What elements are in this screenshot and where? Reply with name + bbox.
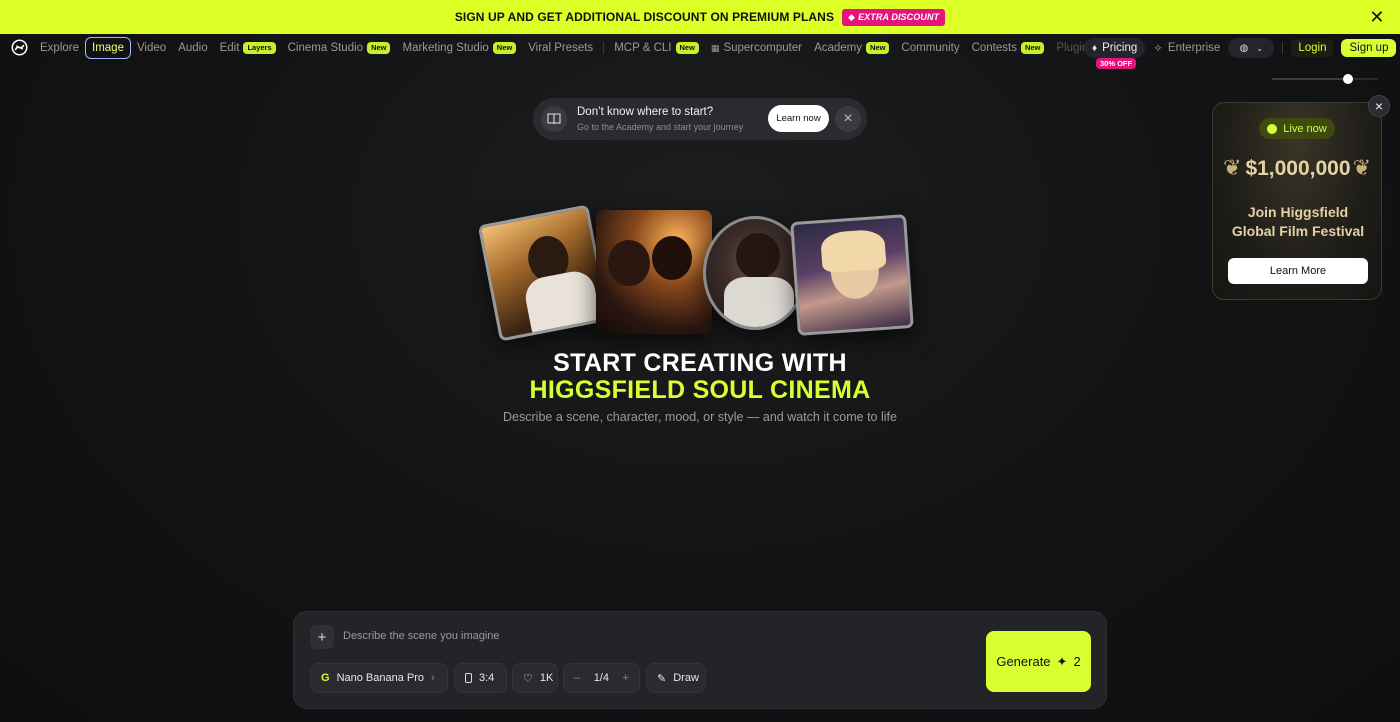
model-selector[interactable]: G Nano Banana Pro ›	[310, 663, 448, 693]
nav-divider	[1282, 42, 1284, 54]
draw-label: Draw	[673, 672, 699, 684]
new-tag: New	[1020, 42, 1045, 54]
prompt-input[interactable]: Describe the scene you imagine	[343, 630, 500, 642]
live-now-label: Live now	[1283, 122, 1327, 135]
resolution-label: 1K	[539, 672, 554, 684]
nav-supercomputer[interactable]: ▦ Supercomputer	[705, 37, 808, 59]
chevron-down-icon: ⌄	[1256, 43, 1264, 53]
collage-image-trumpet	[477, 204, 611, 342]
festival-title-line1: Join Higgsfield	[1247, 204, 1349, 220]
pricing-label: Pricing	[1102, 42, 1138, 54]
extra-discount-badge[interactable]: ◆ EXTRA DISCOUNT	[842, 8, 946, 26]
hero-title-line1: START CREATING WITH	[553, 349, 847, 377]
academy-tip: Don’t know where to start? Go to the Aca…	[533, 98, 867, 140]
close-icon[interactable]: ×	[835, 106, 861, 132]
prompt-composer: + Describe the scene you imagine G Nano …	[293, 611, 1107, 709]
generate-label: Generate	[996, 654, 1051, 669]
live-dot-icon	[1267, 123, 1278, 134]
higgsfield-logo-icon[interactable]	[11, 39, 28, 56]
pricing-button[interactable]: ♦ Pricing 30% OFF	[1084, 38, 1146, 69]
layers-tag: Layers	[243, 42, 276, 54]
tip-subtitle: Go to the Academy and start your journey	[577, 122, 744, 132]
plus-icon[interactable]: +	[623, 672, 629, 684]
nav-community[interactable]: Community	[895, 37, 965, 59]
book-icon	[541, 106, 567, 132]
chevron-right-icon: ›	[431, 672, 435, 684]
model-label: Nano Banana Pro	[336, 672, 425, 684]
nav-audio[interactable]: Audio	[172, 37, 213, 59]
aspect-ratio-button[interactable]: 3:4	[454, 663, 507, 693]
live-now-badge: Live now	[1259, 118, 1335, 139]
film-festival-card: × Live now ❦ ❦ $1,000,000 Join Higgsfiel…	[1212, 95, 1390, 300]
new-tag: New	[866, 42, 890, 54]
learn-more-button[interactable]: Learn More	[1228, 258, 1368, 284]
slider-fill	[1272, 78, 1349, 80]
sparkle-icon: ✦	[1056, 653, 1068, 669]
enterprise-link[interactable]: ✧ Enterprise	[1153, 41, 1220, 55]
nav-divider	[603, 42, 605, 54]
nav-right: ♦ Pricing 30% OFF ✧ Enterprise ◍ ⌄ Login…	[1084, 34, 1397, 69]
new-tag: New	[675, 42, 699, 54]
promo-banner: SIGN UP AND GET ADDITIONAL DISCOUNT ON P…	[0, 0, 1400, 34]
nav-items: Explore Image Video Audio Edit Layers Ci…	[34, 34, 1100, 62]
pencil-icon: ✎	[657, 672, 667, 685]
globe-icon: ◍	[1239, 42, 1249, 54]
prize-amount: $1,000,000	[1245, 157, 1351, 180]
add-attachment-button[interactable]: +	[310, 625, 334, 649]
nav-explore[interactable]: Explore	[34, 37, 85, 59]
new-tag: New	[367, 42, 391, 54]
festival-title: Join Higgsfield Global Film Festival	[1213, 203, 1383, 241]
image-count-label: 1/4	[593, 672, 609, 684]
sparkle-icon: ✧	[1153, 43, 1163, 55]
resolution-button[interactable]: ♡ 1K	[512, 663, 558, 693]
hero-collage	[470, 196, 930, 346]
new-tag: New	[492, 42, 517, 54]
pricing-discount-badge: 30% OFF	[1096, 58, 1137, 69]
diamond-icon: ♦	[1092, 42, 1098, 54]
hero-title-line2: HIGGSFIELD SOUL CINEMA	[529, 376, 871, 404]
draw-button[interactable]: ✎ Draw	[646, 663, 706, 693]
nav-edit[interactable]: Edit Layers	[214, 37, 282, 59]
language-selector[interactable]: ◍ ⌄	[1228, 38, 1275, 58]
image-count-stepper[interactable]: – 1/4 +	[563, 663, 640, 693]
hero-subtitle: Describe a scene, character, mood, or st…	[503, 410, 897, 424]
nav-video[interactable]: Video	[131, 37, 172, 59]
g-logo-icon: G	[321, 672, 330, 684]
top-nav: Explore Image Video Audio Edit Layers Ci…	[0, 34, 1400, 69]
learn-now-button[interactable]: Learn now	[768, 105, 829, 132]
nav-mcp-cli[interactable]: MCP & CLI New	[608, 37, 705, 59]
aspect-ratio-icon	[465, 673, 472, 683]
grid-icon: ▦	[710, 42, 720, 53]
extra-discount-label: EXTRA DISCOUNT	[858, 12, 940, 22]
zoom-slider[interactable]	[1272, 73, 1378, 85]
promo-text: SIGN UP AND GET ADDITIONAL DISCOUNT ON P…	[454, 10, 835, 24]
collage-image-laughing	[790, 214, 914, 336]
nav-image[interactable]: Image	[85, 37, 131, 59]
close-icon[interactable]: ×	[1368, 95, 1390, 117]
generate-button[interactable]: Generate ✦ 2	[986, 631, 1091, 692]
tip-title: Don’t know where to start?	[577, 106, 714, 118]
nav-academy[interactable]: Academy New	[808, 37, 895, 59]
generate-cost: 2	[1073, 654, 1081, 669]
heart-icon: ♡	[523, 672, 533, 685]
minus-icon[interactable]: –	[574, 672, 580, 684]
nav-marketing-studio[interactable]: Marketing Studio New	[396, 37, 522, 59]
login-button[interactable]: Login	[1291, 39, 1334, 57]
aspect-ratio-label: 3:4	[479, 672, 495, 684]
nav-cinema-studio[interactable]: Cinema Studio New	[282, 37, 397, 59]
close-icon[interactable]: ✕	[1368, 8, 1386, 26]
nav-viral-presets[interactable]: Viral Presets	[522, 37, 599, 59]
nav-contests[interactable]: Contests New	[966, 37, 1051, 59]
signup-button[interactable]: Sign up	[1341, 39, 1397, 57]
collage-image-couple	[596, 210, 712, 334]
slider-knob[interactable]	[1343, 74, 1354, 84]
tag-icon: ◆	[848, 11, 856, 22]
festival-title-line2: Global Film Festival	[1231, 223, 1365, 239]
